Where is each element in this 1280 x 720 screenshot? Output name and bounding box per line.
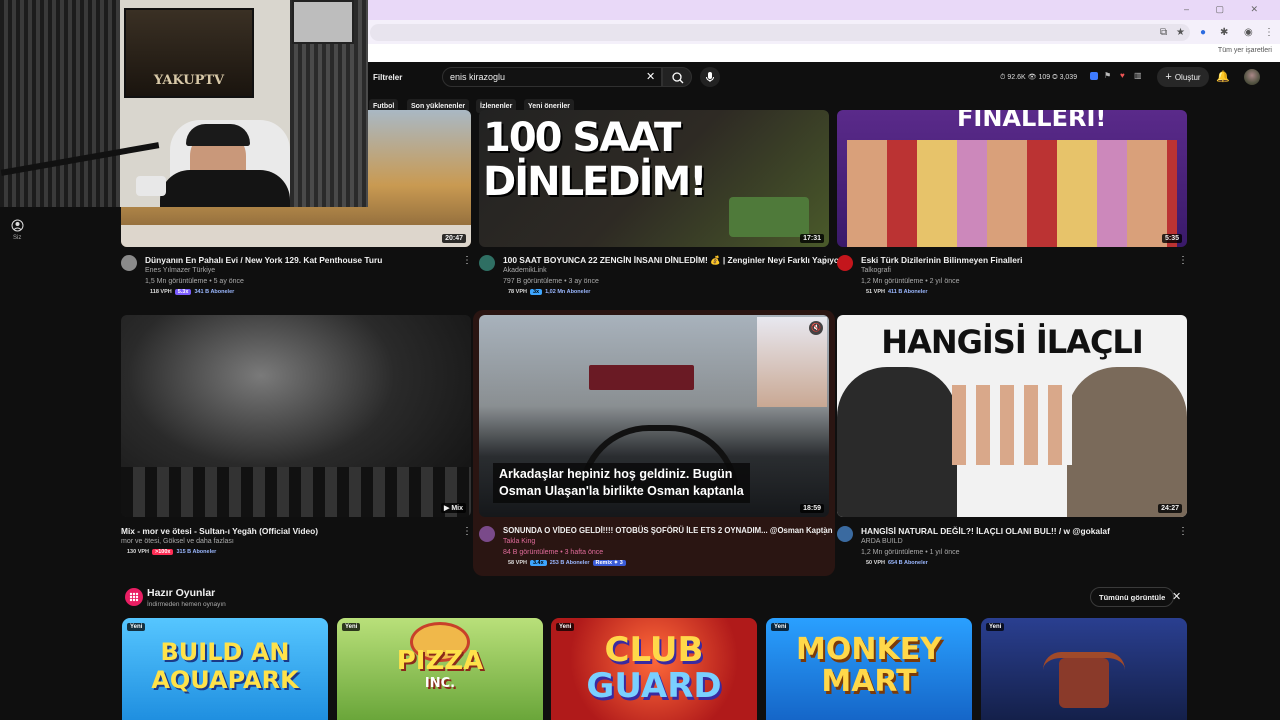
search-icon [672,72,684,84]
section-title: Hazır Oyunlar [147,587,216,599]
you-icon[interactable] [11,219,24,235]
game-card[interactable]: Yeni [981,618,1187,720]
channel-name[interactable]: Enes Yılmazer Türkiye [145,267,215,274]
channel-avatar[interactable] [479,526,495,542]
video-title[interactable]: 100 SAAT BOYUNCA 22 ZENGİN İNSANI DİNLED… [503,255,847,266]
vph-badges: 130 VPH >100x 315 B Aboneler [127,549,217,555]
new-tag: Yeni [556,623,575,631]
show-all-button[interactable]: Tümünü görüntüle [1090,587,1175,607]
games-grid-icon [125,588,143,606]
profile-icon[interactable]: ◉ [1244,27,1253,38]
close-icon[interactable]: ✕ [1172,590,1181,603]
new-tag: Yeni [342,623,361,631]
section-subtitle: İndirmeden hemen oynayın [147,601,226,608]
vph-badges: 118 VPH 5.3x 341 B Aboneler [150,289,235,295]
channel-name[interactable]: Takla King [503,538,535,545]
voice-search-button[interactable] [700,67,720,87]
heart-icon[interactable]: ♥ [1120,71,1125,80]
video-thumbnail[interactable]: Arkadaşlar hepiniz hoş geldiniz. Bugün O… [479,315,829,517]
mute-icon[interactable]: 🔇 [809,321,823,335]
puzzle-icon[interactable]: ✱ [1220,27,1228,38]
video-thumbnail[interactable]: HANGİSİ İLAÇLI 24:27 [837,315,1187,517]
vph-badges: 50 VPH 654 B Aboneler [866,560,928,566]
thumbnail-text: FİNALLERİ! [957,110,1107,132]
star-icon[interactable]: ★ [1176,27,1185,38]
more-options-icon[interactable]: ⋮ [1178,255,1188,266]
video-duration: 5:35 [1161,234,1182,243]
video-title[interactable]: Mix - mor ve ötesi - Sultan-ı Yegâh (Off… [121,526,318,536]
more-options-icon[interactable]: ⋮ [820,255,830,266]
channel-avatar[interactable] [837,526,853,542]
mic-icon [706,72,714,82]
video-thumbnail[interactable]: 100 SAAT DİNLEDİM! 17:31 [479,110,829,247]
filters-button[interactable]: Filtreler [373,73,402,82]
game-title: CLUB GUARD [586,630,722,706]
new-tag: Yeni [771,623,790,631]
vph-badges: 78 VPH 3x 1,02 Mn Aboneler [508,289,591,295]
video-caption: Arkadaşlar hepiniz hoş geldiniz. Bugün O… [493,463,750,503]
clear-search-icon[interactable]: ✕ [646,70,655,83]
game-title: PIZZA INC. [396,646,484,691]
more-options-icon[interactable]: ⋮ [462,526,472,537]
new-tag: Yeni [986,623,1005,631]
avatar[interactable] [1244,69,1260,85]
game-card[interactable]: Yeni PIZZA INC. [337,618,543,720]
channel-name[interactable]: mor ve ötesi, Göksel ve daha fazlası [121,538,234,545]
address-bar[interactable] [370,24,1190,41]
flag-icon[interactable]: ⚑ [1104,71,1111,80]
video-duration: 17:31 [800,234,824,243]
search-button[interactable] [662,67,692,87]
extension-badge-icon[interactable] [1090,72,1098,80]
video-meta: 1,2 Mn görüntüleme • 1 yıl önce [861,549,960,556]
game-card[interactable]: Yeni BUILD AN AQUAPARK [122,618,328,720]
video-title[interactable]: Eski Türk Dizilerinin Bilinmeyen Finalle… [861,255,1023,265]
install-icon[interactable]: ⧉ [1160,27,1167,38]
extension-icon[interactable]: ● [1200,27,1206,38]
thumbnail-text: HANGİSİ İLAÇLI [881,323,1143,361]
more-options-icon[interactable]: ⋮ [1178,526,1188,537]
channel-name[interactable]: ARDA BUILD [861,538,903,545]
more-options-icon[interactable]: ⋮ [820,526,830,537]
video-meta: 1,2 Mn görüntüleme • 2 yıl önce [861,278,960,285]
thumbnail-text: 100 SAAT DİNLEDİM! [483,115,708,205]
channel-avatar[interactable] [837,255,853,271]
notifications-bell-icon[interactable]: 🔔 [1216,70,1230,83]
game-title: MONKEY MART [796,632,942,699]
video-thumbnail[interactable]: FİNALLERİ! 5:35 [837,110,1187,247]
video-meta: 1,5 Mn görüntüleme • 5 ay önce [145,278,244,285]
game-card[interactable]: Yeni CLUB GUARD [551,618,757,720]
channel-name[interactable]: AkademikLink [503,267,547,274]
chart-icon[interactable]: ▥ [1134,71,1142,80]
webcam-overlay: YAKUPTV [0,0,368,207]
search-value[interactable]: enis kirazoglu [450,72,505,82]
you-label[interactable]: Siz [13,235,21,241]
menu-icon[interactable]: ⋮ [1264,27,1274,38]
create-label: Oluştur [1174,72,1201,82]
vph-badges: 58 VPH 3.4x 253 B Aboneler Remix ✦ 3 [508,560,626,566]
channel-name[interactable]: Talkografi [861,267,891,274]
poster: YAKUPTV [124,8,254,98]
video-thumbnail[interactable]: ▶ Mix [121,315,471,517]
video-title[interactable]: SONUNDA O VİDEO GELDİ!!!! OTOBÜS ŞOFÖRÜ … [503,526,832,535]
all-bookmarks-link[interactable]: Tüm yer işaretleri [1218,47,1272,54]
mix-badge: ▶ Mix [441,503,466,513]
video-duration: 24:27 [1158,504,1182,513]
channel-avatar[interactable] [121,255,137,271]
video-duration: 20:47 [442,234,466,243]
plus-icon: + [1165,71,1172,83]
video-title[interactable]: HANGİSİ NATURAL DEĞİL?! İLAÇLI OLANI BUL… [861,526,1110,536]
video-title[interactable]: Dünyanın En Pahalı Evi / New York 129. K… [145,255,382,265]
channel-avatar[interactable] [479,255,495,271]
video-meta: 84 B görüntüleme • 3 hafta önce [503,549,604,556]
game-title: BUILD AN AQUAPARK [151,638,299,694]
window-controls[interactable]: – ▢ ✕ [1184,4,1270,15]
channel-stats: ⏱ 92.6K 👁 109 ◎ 3,039 [1000,74,1078,81]
game-card[interactable]: Yeni MONKEY MART [766,618,972,720]
more-options-icon[interactable]: ⋮ [462,255,472,266]
video-meta: 797 B görüntüleme • 3 ay önce [503,278,599,285]
create-button[interactable]: + Oluştur [1157,67,1209,87]
new-tag: Yeni [127,623,146,631]
video-duration: 18:59 [800,504,824,513]
vph-badges: 51 VPH 411 B Aboneler [866,289,928,295]
